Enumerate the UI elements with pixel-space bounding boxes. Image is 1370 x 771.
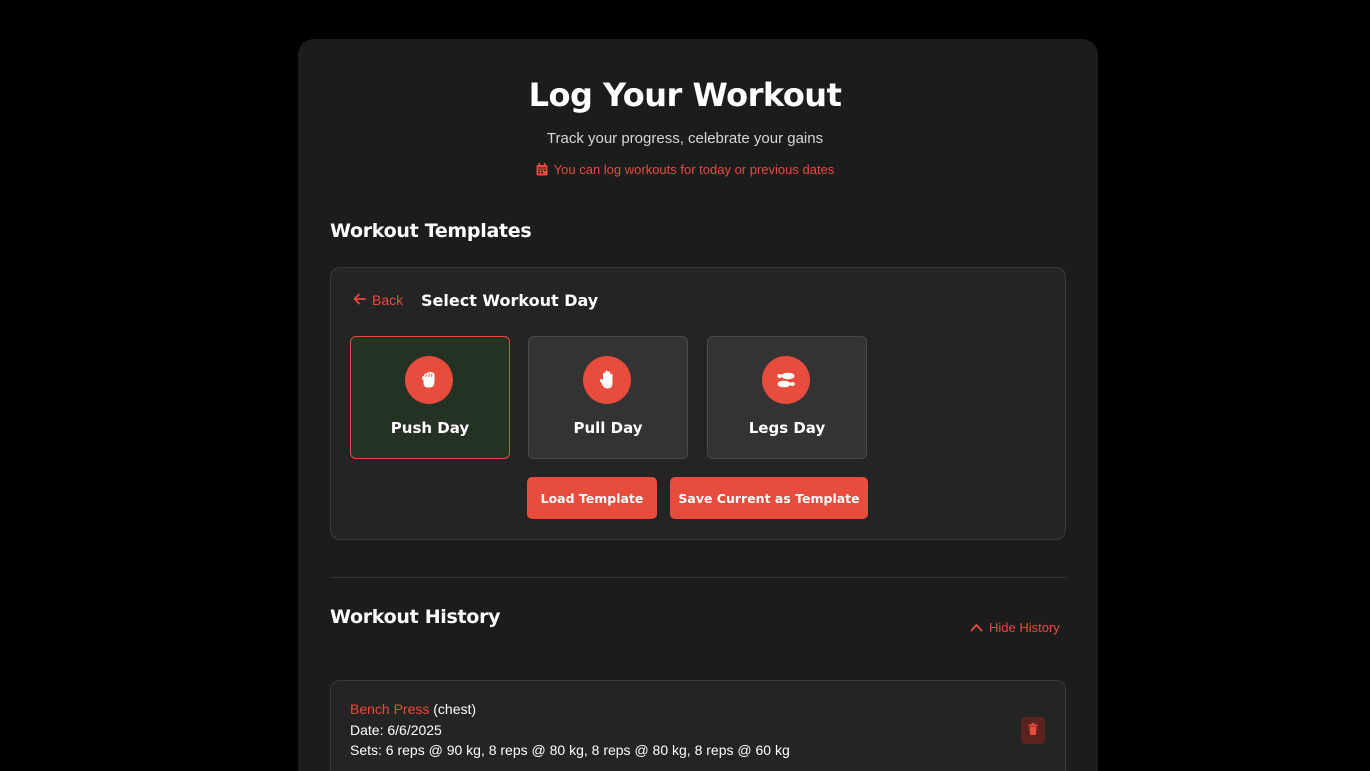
delete-entry-button[interactable] bbox=[1021, 717, 1045, 744]
fist-icon bbox=[405, 356, 453, 404]
page-title: Log Your Workout bbox=[528, 76, 842, 114]
back-button-label: Back bbox=[372, 292, 404, 308]
day-card-push[interactable]: Push Day bbox=[350, 336, 510, 459]
date-notice-text: You can log workouts for today or previo… bbox=[553, 162, 835, 177]
day-label-pull: Pull Day bbox=[573, 419, 643, 437]
section-divider bbox=[330, 577, 1066, 578]
history-entry-title: Bench Press (chest) bbox=[350, 701, 476, 717]
footprints-icon bbox=[762, 356, 810, 404]
page: Log Your Workout Track your progress, ce… bbox=[0, 0, 1370, 771]
exercise-category: (chest) bbox=[433, 701, 477, 717]
day-label-push: Push Day bbox=[390, 419, 470, 437]
history-section-title: Workout History bbox=[330, 606, 501, 628]
day-card-pull[interactable]: Pull Day bbox=[528, 336, 688, 459]
history-entry-sets: Sets: 6 reps @ 90 kg, 8 reps @ 80 kg, 8 … bbox=[350, 742, 790, 758]
trash-icon bbox=[1028, 722, 1038, 740]
hide-history-label: Hide History bbox=[989, 620, 1060, 635]
select-day-heading: Select Workout Day bbox=[421, 291, 599, 310]
hide-history-toggle[interactable]: Hide History bbox=[970, 620, 1060, 635]
save-template-button[interactable]: Save Current as Template bbox=[670, 477, 868, 519]
calendar-icon bbox=[536, 163, 548, 176]
page-subtitle: Track your progress, celebrate your gain… bbox=[546, 130, 824, 147]
exercise-name: Bench Press bbox=[350, 701, 430, 717]
day-label-legs: Legs Day bbox=[748, 419, 826, 437]
back-button[interactable]: Back bbox=[353, 292, 403, 308]
date-notice: You can log workouts for today or previo… bbox=[0, 162, 1370, 177]
load-template-button[interactable]: Load Template bbox=[527, 477, 657, 519]
templates-section-title: Workout Templates bbox=[330, 220, 532, 242]
day-card-legs[interactable]: Legs Day bbox=[707, 336, 867, 459]
arrow-left-icon bbox=[353, 292, 366, 308]
history-entry-date: Date: 6/6/2025 bbox=[350, 722, 442, 738]
chevron-up-icon bbox=[970, 620, 983, 635]
hand-icon bbox=[583, 356, 631, 404]
